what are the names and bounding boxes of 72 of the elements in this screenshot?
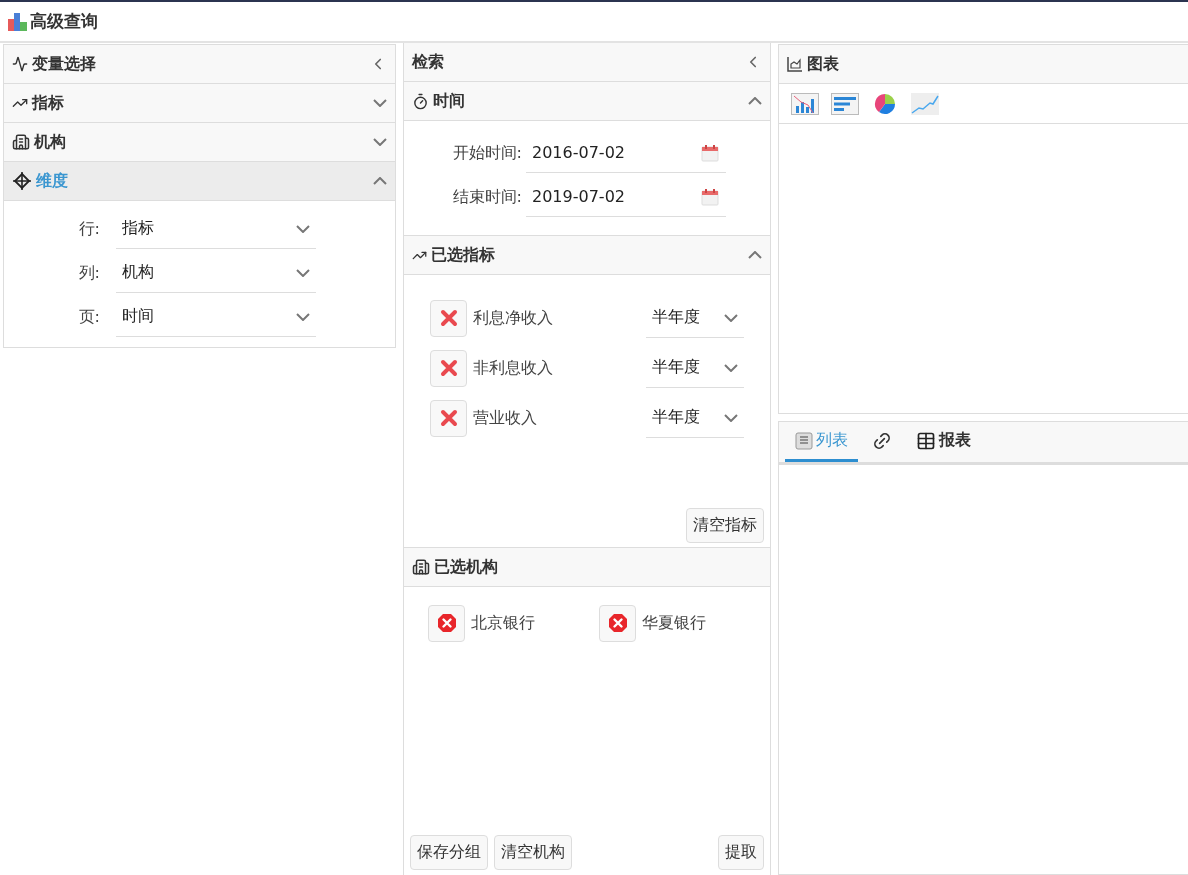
building-icon bbox=[412, 558, 430, 576]
accordion-header[interactable]: 已选指标 bbox=[404, 236, 770, 275]
tab[interactable]: 报表 bbox=[906, 422, 981, 462]
section-title: 机构 bbox=[34, 131, 67, 153]
field-label: 列: bbox=[77, 262, 100, 284]
remove-icon bbox=[439, 359, 458, 377]
expand-icon[interactable] bbox=[373, 99, 387, 107]
calendar-icon[interactable] bbox=[700, 142, 720, 163]
field-label: 行: bbox=[77, 218, 100, 240]
caret-icon bbox=[296, 268, 310, 277]
action-button[interactable]: 清空机构 bbox=[494, 835, 572, 870]
expand-icon[interactable] bbox=[373, 138, 387, 146]
indicator-name: 利息净收入 bbox=[473, 307, 554, 329]
bar-chart-icon[interactable] bbox=[831, 92, 859, 115]
accordion-header[interactable]: 指标 bbox=[4, 84, 395, 123]
table-icon bbox=[916, 430, 936, 451]
field-label: 开始时间: bbox=[451, 142, 522, 164]
date-field[interactable]: 2019-07-02 bbox=[526, 177, 726, 217]
area-chart-icon bbox=[787, 56, 803, 72]
period-dropdown[interactable]: 半年度 bbox=[646, 398, 744, 438]
field-label: 结束时间: bbox=[451, 186, 522, 208]
caret-icon bbox=[724, 413, 738, 422]
remove-icon bbox=[436, 613, 457, 633]
bar-chart-icon bbox=[8, 12, 28, 31]
wave-icon bbox=[12, 56, 28, 72]
action-button[interactable]: 保存分组 bbox=[410, 835, 488, 870]
collapse-icon[interactable] bbox=[748, 251, 762, 259]
section-title: 时间 bbox=[433, 90, 466, 112]
remove-icon bbox=[439, 409, 458, 427]
period-dropdown[interactable]: 半年度 bbox=[646, 298, 744, 338]
timer-icon bbox=[412, 92, 429, 110]
axes-icon bbox=[12, 172, 32, 190]
column-chart-icon[interactable] bbox=[791, 92, 819, 115]
dropdown[interactable]: 指标 bbox=[116, 209, 316, 249]
date-field[interactable]: 2016-07-02 bbox=[526, 133, 726, 173]
action-button[interactable]: 提取 bbox=[718, 835, 764, 870]
remove-button[interactable] bbox=[428, 604, 465, 642]
remove-button[interactable] bbox=[430, 299, 467, 337]
collapse-icon[interactable] bbox=[373, 177, 387, 185]
line-chart-icon[interactable] bbox=[911, 92, 939, 115]
indicator-name: 非利息收入 bbox=[473, 357, 554, 379]
caret-icon bbox=[724, 313, 738, 322]
org-name: 华夏银行 bbox=[642, 612, 706, 634]
caret-icon bbox=[296, 312, 310, 321]
section-title: 指标 bbox=[32, 92, 65, 114]
indicator-name: 营业收入 bbox=[473, 407, 538, 429]
panel-title: 变量选择 bbox=[32, 53, 97, 75]
remove-button[interactable] bbox=[430, 399, 467, 437]
accordion-header[interactable]: 机构 bbox=[4, 123, 395, 162]
caret-icon bbox=[296, 224, 310, 233]
remove-icon bbox=[607, 613, 628, 633]
org-name: 北京银行 bbox=[471, 612, 535, 634]
list-icon bbox=[795, 431, 813, 450]
period-dropdown[interactable]: 半年度 bbox=[646, 348, 744, 388]
dropdown[interactable]: 时间 bbox=[116, 297, 316, 337]
remove-button[interactable] bbox=[430, 349, 467, 387]
dropdown[interactable]: 机构 bbox=[116, 253, 316, 293]
remove-icon bbox=[439, 309, 458, 327]
section-title: 已选机构 bbox=[434, 556, 499, 578]
accordion-header[interactable]: 时间 bbox=[404, 82, 770, 121]
collapse-icon[interactable] bbox=[748, 97, 762, 105]
caret-icon bbox=[724, 363, 738, 372]
field-label: 页: bbox=[77, 306, 100, 328]
remove-button[interactable] bbox=[599, 604, 636, 642]
building-icon bbox=[12, 133, 30, 151]
section-title: 维度 bbox=[36, 170, 69, 192]
section-title: 已选指标 bbox=[431, 244, 496, 266]
window-title: 高级查询 bbox=[30, 10, 98, 33]
panel-title: 检索 bbox=[412, 51, 445, 73]
panel-title: 图表 bbox=[807, 53, 840, 75]
calendar-icon[interactable] bbox=[700, 186, 720, 207]
clear-indicators-button[interactable]: 清空指标 bbox=[686, 508, 764, 543]
